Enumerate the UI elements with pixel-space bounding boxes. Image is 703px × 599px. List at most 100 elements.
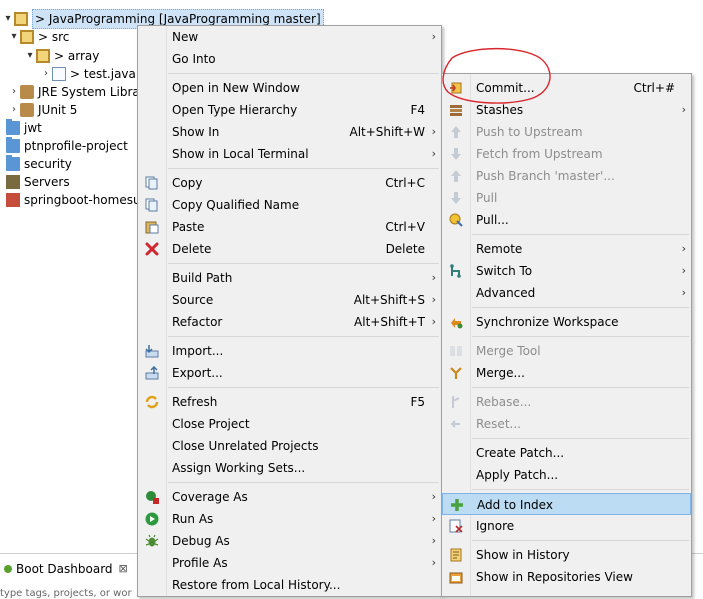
export-icon bbox=[145, 366, 159, 380]
menu-item-fetch-upstream[interactable]: Fetch from Upstream bbox=[442, 143, 691, 165]
menu-item-commit[interactable]: Commit... Ctrl+# bbox=[442, 77, 691, 99]
menu-item-create-patch[interactable]: Create Patch... bbox=[442, 442, 691, 464]
menu-item-refactor[interactable]: Refactor Alt+Shift+T › bbox=[138, 311, 441, 333]
menu-item-pull[interactable]: Pull bbox=[442, 187, 691, 209]
menu-shortcut: Ctrl+V bbox=[385, 220, 425, 234]
coverage-icon bbox=[146, 491, 159, 504]
menu-item-show-in[interactable]: Show In Alt+Shift+W › bbox=[138, 121, 441, 143]
menu-item-source[interactable]: Source Alt+Shift+S › bbox=[138, 289, 441, 311]
menu-item-refresh[interactable]: Refresh F5 bbox=[138, 391, 441, 413]
menu-item-label: Debug As bbox=[172, 534, 230, 548]
tree-item-test-java[interactable]: › > test.java bbox=[40, 65, 136, 83]
menu-item-add-to-index[interactable]: Add to Index bbox=[442, 493, 691, 515]
menu-item-close-project[interactable]: Close Project bbox=[138, 413, 441, 435]
menu-separator bbox=[472, 234, 689, 235]
tree-item-junit[interactable]: › JUnit 5 bbox=[8, 101, 77, 119]
delete-icon bbox=[145, 242, 159, 256]
menu-item-push-branch[interactable]: Push Branch 'master'... bbox=[442, 165, 691, 187]
chevron-right-icon: › bbox=[431, 315, 436, 328]
menu-item-open-type-hierarchy[interactable]: Open Type Hierarchy F4 bbox=[138, 99, 441, 121]
menu-item-label: Open in New Window bbox=[172, 81, 300, 95]
menu-item-coverage-as[interactable]: Coverage As › bbox=[138, 486, 441, 508]
menu-item-remote[interactable]: Remote › bbox=[442, 238, 691, 260]
reset-icon bbox=[450, 420, 460, 428]
menu-separator bbox=[472, 540, 689, 541]
menu-item-ignore[interactable]: Ignore bbox=[442, 515, 691, 537]
menu-shortcut: Ctrl+C bbox=[385, 176, 425, 190]
tree-item-security[interactable]: security bbox=[6, 155, 72, 173]
menu-separator bbox=[472, 489, 689, 490]
menu-item-go-into[interactable]: Go Into bbox=[138, 48, 441, 70]
boot-dashboard-tab[interactable]: Boot Dashboard ⊠ bbox=[0, 558, 132, 580]
menu-shortcut: F4 bbox=[410, 103, 425, 117]
menu-item-build-path[interactable]: Build Path › bbox=[138, 267, 441, 289]
tree-twisty[interactable]: › bbox=[40, 65, 52, 83]
menu-item-label: Show In bbox=[172, 125, 220, 139]
pull-dialog-icon bbox=[449, 213, 463, 227]
tree-item-springboot[interactable]: springboot-homesu bbox=[6, 191, 141, 209]
tree-item-jwt[interactable]: jwt bbox=[6, 119, 42, 137]
menu-item-label: Paste bbox=[172, 220, 205, 234]
menu-item-export[interactable]: Export... bbox=[138, 362, 441, 384]
menu-item-label: Add to Index bbox=[477, 498, 553, 512]
menu-item-label: Fetch from Upstream bbox=[476, 147, 603, 161]
menu-item-synchronize[interactable]: Synchronize Workspace bbox=[442, 311, 691, 333]
menu-item-advanced[interactable]: Advanced › bbox=[442, 282, 691, 304]
menu-item-debug-as[interactable]: Debug As › bbox=[138, 530, 441, 552]
refresh-icon bbox=[145, 395, 159, 409]
menu-item-import[interactable]: Import... bbox=[138, 340, 441, 362]
tree-item-servers[interactable]: Servers bbox=[6, 173, 70, 191]
tree-item-label: JRE System Librar bbox=[38, 85, 145, 99]
paste-icon bbox=[145, 221, 159, 234]
menu-item-label: Synchronize Workspace bbox=[476, 315, 619, 329]
tree-twisty[interactable]: ▾ bbox=[24, 47, 36, 65]
menu-item-rebase[interactable]: Rebase... bbox=[442, 391, 691, 413]
menu-item-profile-as[interactable]: Profile As › bbox=[138, 552, 441, 574]
tree-item-src[interactable]: ▾ > src bbox=[8, 28, 69, 46]
history-icon bbox=[450, 548, 462, 562]
menu-item-label: Show in Repositories View bbox=[476, 570, 633, 584]
menu-separator bbox=[472, 307, 689, 308]
close-icon[interactable]: ⊠ bbox=[119, 558, 128, 580]
menu-item-label: Delete bbox=[172, 242, 212, 256]
tree-item-array[interactable]: ▾ > array bbox=[24, 47, 99, 65]
stash-icon bbox=[450, 105, 462, 116]
folder-icon bbox=[6, 137, 20, 153]
menu-item-close-unrelated[interactable]: Close Unrelated Projects bbox=[138, 435, 441, 457]
menu-item-push-upstream[interactable]: Push to Upstream bbox=[442, 121, 691, 143]
menu-item-merge[interactable]: Merge... bbox=[442, 362, 691, 384]
tree-twisty[interactable]: ▾ bbox=[8, 28, 20, 46]
menu-item-run-as[interactable]: Run As › bbox=[138, 508, 441, 530]
menu-item-assign-working-sets[interactable]: Assign Working Sets... bbox=[138, 457, 441, 479]
menu-item-show-history[interactable]: Show in History bbox=[442, 544, 691, 566]
menu-item-reset[interactable]: Reset... bbox=[442, 413, 691, 435]
tree-item-ptnprofile[interactable]: ptnprofile-project bbox=[6, 137, 128, 155]
menu-item-new[interactable]: New › bbox=[138, 26, 441, 48]
menu-item-open-new-window[interactable]: Open in New Window bbox=[138, 77, 441, 99]
menu-item-show-repositories[interactable]: Show in Repositories View bbox=[442, 566, 691, 588]
tree-twisty[interactable]: › bbox=[8, 83, 20, 101]
menu-item-label: Advanced bbox=[476, 286, 536, 300]
menu-item-label: Coverage As bbox=[172, 490, 248, 504]
menu-item-label: Pull bbox=[476, 191, 498, 205]
java-file-icon bbox=[52, 67, 66, 81]
menu-item-copy[interactable]: Copy Ctrl+C bbox=[138, 172, 441, 194]
menu-item-label: Push to Upstream bbox=[476, 125, 583, 139]
add-icon bbox=[451, 499, 463, 511]
menu-item-apply-patch[interactable]: Apply Patch... bbox=[442, 464, 691, 486]
menu-item-paste[interactable]: Paste Ctrl+V bbox=[138, 216, 441, 238]
menu-item-restore-local-history[interactable]: Restore from Local History... bbox=[138, 574, 441, 596]
menu-item-switch-to[interactable]: Switch To › bbox=[442, 260, 691, 282]
menu-item-show-local-terminal[interactable]: Show in Local Terminal › bbox=[138, 143, 441, 165]
tree-item-label: jwt bbox=[24, 121, 42, 135]
merge-icon bbox=[450, 367, 462, 379]
menu-item-stashes[interactable]: Stashes › bbox=[442, 99, 691, 121]
menu-item-label: Pull... bbox=[476, 213, 509, 227]
tree-twisty[interactable]: ▾ bbox=[2, 10, 14, 28]
menu-item-merge-tool[interactable]: Merge Tool bbox=[442, 340, 691, 362]
menu-item-pull-dialog[interactable]: Pull... bbox=[442, 209, 691, 231]
menu-item-copy-qualified-name[interactable]: Copy Qualified Name bbox=[138, 194, 441, 216]
tree-twisty[interactable]: › bbox=[8, 101, 20, 119]
menu-item-delete[interactable]: Delete Delete bbox=[138, 238, 441, 260]
tree-item-jre[interactable]: › JRE System Librar bbox=[8, 83, 145, 101]
